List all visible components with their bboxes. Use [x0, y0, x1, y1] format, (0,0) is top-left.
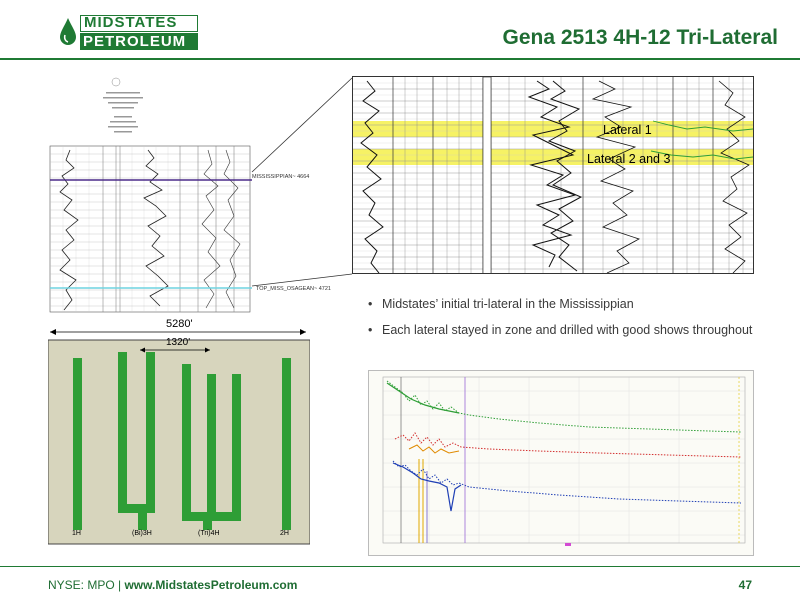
bullet-item: Each lateral stayed in zone and drilled …	[368, 322, 778, 339]
well-label-2h: 2H	[280, 530, 289, 537]
well-label-tri4h: (Tri)4H	[198, 530, 220, 537]
plat-width-label: 5280'	[166, 318, 193, 330]
marker-mississippian: MISSISSIPPIAN~ 4664	[252, 174, 310, 180]
production-chart-graphic	[369, 371, 753, 555]
marker-osagean: TOP_MISS_OSAGEAN~ 4721	[256, 286, 331, 292]
slide-title: Gena 2513 4H-12 Tri-Lateral	[502, 26, 778, 49]
header-divider	[0, 58, 800, 60]
bullet-list: Midstates’ initial tri-lateral in the Mi…	[368, 296, 778, 348]
plat-graphic	[48, 329, 310, 545]
footer-ticker: NYSE: MPO |	[48, 578, 125, 592]
lateral-plat-diagram: 5280' 1320' 1H (Bi)3H (Tri)4H 2H	[48, 318, 310, 546]
page-number: 47	[738, 578, 752, 592]
footer-text: NYSE: MPO | www.MidstatesPetroleum.com	[48, 578, 297, 592]
detail-well-log: Lateral 1 Lateral 2 and 3	[352, 76, 754, 274]
logo-text-top: MIDSTATES	[80, 15, 198, 32]
well-label-1h: 1H	[72, 530, 81, 537]
small-well-log	[49, 77, 252, 313]
oil-drop-icon	[60, 18, 76, 45]
plat-spacing-label: 1320'	[166, 337, 191, 348]
detail-log-graphic	[353, 77, 753, 273]
footer-website-link[interactable]: www.MidstatesPetroleum.com	[124, 578, 297, 592]
well-label-bi3h: (Bi)3H	[132, 530, 152, 537]
production-decline-chart	[368, 370, 754, 556]
lateral-1-label: Lateral 1	[603, 123, 652, 137]
logo-text-bottom: PETROLEUM	[80, 33, 198, 50]
company-logo: MIDSTATES PETROLEUM	[58, 14, 200, 52]
footer-divider	[0, 566, 800, 567]
bullet-item: Midstates’ initial tri-lateral in the Mi…	[368, 296, 778, 313]
lateral-2-3-label: Lateral 2 and 3	[587, 152, 671, 166]
